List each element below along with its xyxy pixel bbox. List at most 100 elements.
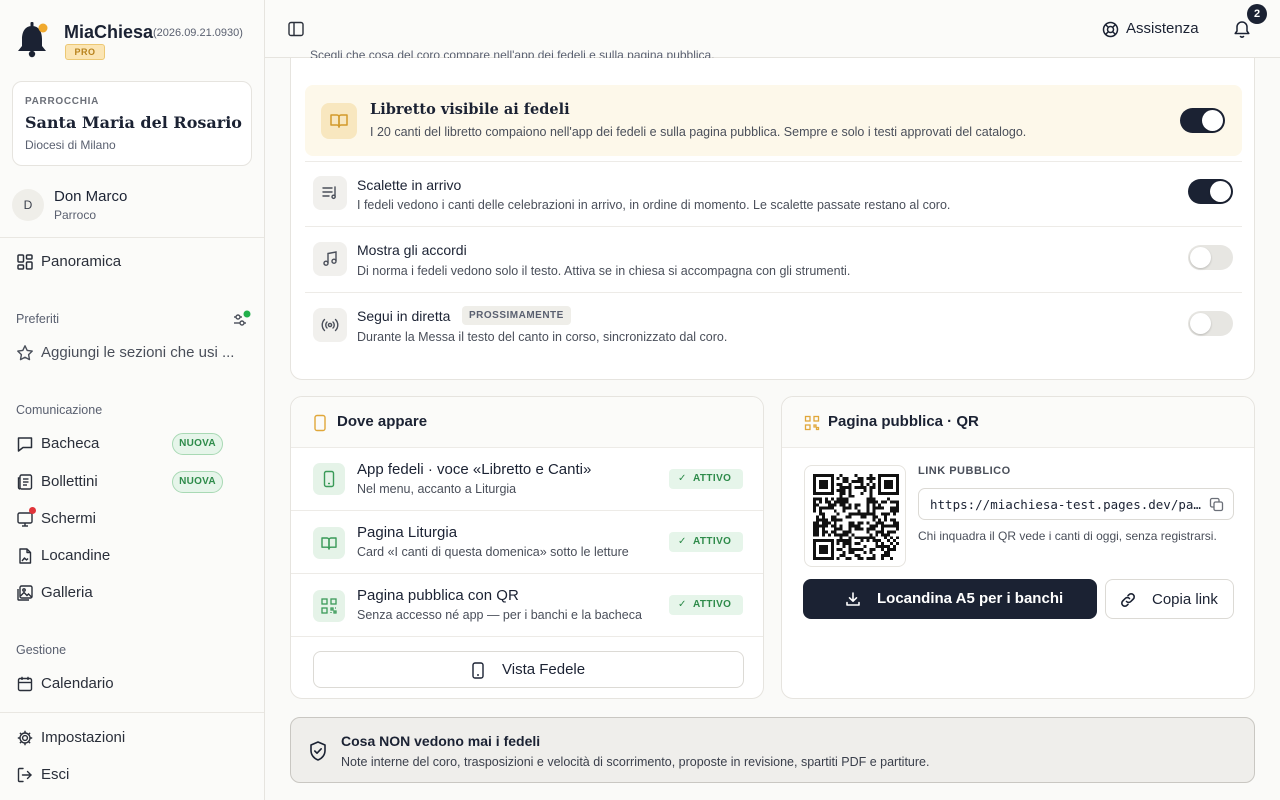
nav-item-locandine[interactable]: Locandine xyxy=(16,542,248,570)
favorites-settings-icon[interactable] xyxy=(232,310,252,328)
visibility-settings-card: Libretto visibile ai fedeli I 20 canti d… xyxy=(290,30,1255,380)
broadcast-icon xyxy=(313,308,347,342)
notice-desc: Note interne del coro, trasposizioni e v… xyxy=(341,755,930,769)
nav-label: Bollettini xyxy=(41,473,98,490)
nav-item-impostazioni[interactable]: Impostazioni xyxy=(16,724,248,752)
parish-switcher[interactable]: PARROCCHIA Santa Maria del Rosario Dioce… xyxy=(12,81,252,166)
parish-name: Santa Maria del Rosario xyxy=(25,113,242,132)
lifebuoy-icon xyxy=(1102,21,1119,38)
nav-item-bacheca[interactable]: Bacheca NUOVA xyxy=(16,430,248,458)
card-title: Dove appare xyxy=(337,413,428,430)
row-title: Segui in diretta xyxy=(357,308,451,324)
book-open-icon xyxy=(313,527,345,559)
card-header: Dove appare xyxy=(291,397,763,448)
sidebar-toggle-icon[interactable] xyxy=(287,20,305,38)
alert-dot xyxy=(29,507,36,514)
active-badge: ✓ ATTIVO xyxy=(669,532,743,552)
new-badge: NUOVA xyxy=(172,433,223,455)
nav-label: Impostazioni xyxy=(41,729,126,746)
nav-item-calendario[interactable]: Calendario xyxy=(16,670,248,698)
brand[interactable]: MiaChiesa (2026.09.21.0930) PRO xyxy=(16,18,256,68)
parish-kicker: PARROCCHIA xyxy=(25,96,100,107)
button-label: Copia link xyxy=(1152,591,1218,608)
new-badge: NUOVA xyxy=(172,471,223,493)
nav-label: Locandine xyxy=(41,547,111,564)
favorites-add[interactable]: Aggiungi le sezioni che usi ... xyxy=(16,339,248,367)
row-title: Libretto visibile ai fedeli xyxy=(370,101,570,118)
gallery-icon xyxy=(16,584,34,602)
section-communication: Comunicazione xyxy=(16,403,103,417)
nav-label: Panoramica xyxy=(41,253,122,270)
parish-diocese: Diocesi di Milano xyxy=(25,138,116,152)
card-title: Pagina pubblica · QR xyxy=(828,413,979,430)
avatar: D xyxy=(12,189,44,221)
star-icon xyxy=(16,344,34,362)
playlist-icon xyxy=(313,176,347,210)
phone-icon xyxy=(313,463,345,495)
upcoming-setlists-toggle[interactable] xyxy=(1188,179,1233,204)
active-badge: ✓ ATTIVO xyxy=(669,595,743,615)
public-page-card: Pagina pubblica · QR LINK PUBBLICO https… xyxy=(781,396,1255,699)
music-note-icon xyxy=(313,242,347,276)
sidebar: MiaChiesa (2026.09.21.0930) PRO PARROCCH… xyxy=(0,0,265,800)
row-desc: I 20 canti del libretto compaiono nell'a… xyxy=(370,125,1027,139)
booklet-toggle[interactable] xyxy=(1180,108,1225,133)
where-item-desc: Senza accesso né app — per i banchi e la… xyxy=(357,608,642,622)
section-intro-clipped: Scegli che cosa del coro compare nell'ap… xyxy=(310,49,715,58)
gear-icon xyxy=(16,729,34,747)
row-separator xyxy=(305,226,1242,227)
nav-label: Bacheca xyxy=(41,435,100,452)
coming-soon-badge: PROSSIMAMENTE xyxy=(462,306,571,325)
copy-icon[interactable] xyxy=(1209,497,1224,512)
download-icon xyxy=(845,591,861,607)
row-separator xyxy=(291,636,763,637)
calendar-icon xyxy=(16,675,34,693)
user-profile[interactable]: D Don Marco Parroco xyxy=(12,186,252,226)
message-icon xyxy=(16,435,34,453)
phone-icon xyxy=(471,662,485,679)
row-separator xyxy=(291,510,763,511)
shield-check-icon xyxy=(308,740,328,762)
grid-icon xyxy=(16,253,34,271)
booklet-row: Libretto visibile ai fedeli I 20 canti d… xyxy=(305,85,1242,156)
where-item-desc: Nel menu, accanto a Liturgia xyxy=(357,482,517,496)
sidebar-divider xyxy=(0,237,264,238)
download-poster-button[interactable]: Locandina A5 per i banchi xyxy=(803,579,1097,619)
where-item-title: Pagina pubblica con QR xyxy=(357,587,519,604)
where-item-title: App fedeli · voce «Libretto e Canti» xyxy=(357,461,592,478)
bell-logo-icon xyxy=(16,20,50,60)
where-item-desc: Card «I canti di questa domenica» sotto … xyxy=(357,545,629,559)
copy-link-button[interactable]: Copia link xyxy=(1105,579,1234,619)
row-title: Mostra gli accordi xyxy=(357,242,467,258)
assistance-label: Assistenza xyxy=(1126,20,1199,37)
live-follow-toggle[interactable] xyxy=(1188,311,1233,336)
plan-badge: PRO xyxy=(65,44,105,60)
nav-item-schermi[interactable]: Schermi xyxy=(16,505,248,533)
nav-item-panoramica[interactable]: Panoramica xyxy=(16,248,248,276)
favorites-hint: Aggiungi le sezioni che usi ... xyxy=(41,344,235,361)
row-separator xyxy=(305,161,1242,162)
row-desc: Durante la Messa il testo del canto in c… xyxy=(357,330,728,344)
nav-label: Schermi xyxy=(41,510,97,527)
link-icon xyxy=(1119,591,1137,609)
notification-count: 2 xyxy=(1247,4,1267,24)
newspaper-icon xyxy=(16,473,34,491)
row-separator xyxy=(291,573,763,574)
believer-view-button[interactable]: Vista Fedele xyxy=(313,651,744,688)
nav-item-esci[interactable]: Esci xyxy=(16,761,248,789)
row-separator xyxy=(305,292,1242,293)
public-link-field[interactable]: https://miachiesa-test.pages.dev/pa… xyxy=(918,488,1234,520)
nav-item-galleria[interactable]: Galleria xyxy=(16,579,248,607)
user-name: Don Marco xyxy=(54,188,128,205)
privacy-notice: Cosa NON vedono mai i fedeli Note intern… xyxy=(290,717,1255,783)
section-management: Gestione xyxy=(16,643,67,657)
public-link-value: https://miachiesa-test.pages.dev/pa… xyxy=(930,497,1201,512)
qr-code-image xyxy=(804,465,906,567)
active-badge: ✓ ATTIVO xyxy=(669,469,743,489)
nav-label: Calendario xyxy=(41,675,114,692)
card-header: Pagina pubblica · QR xyxy=(782,397,1254,448)
where-item-title: Pagina Liturgia xyxy=(357,524,458,541)
nav-item-bollettini[interactable]: Bollettini NUOVA xyxy=(16,468,248,496)
qr-code-icon xyxy=(313,590,345,622)
chords-toggle[interactable] xyxy=(1188,245,1233,270)
